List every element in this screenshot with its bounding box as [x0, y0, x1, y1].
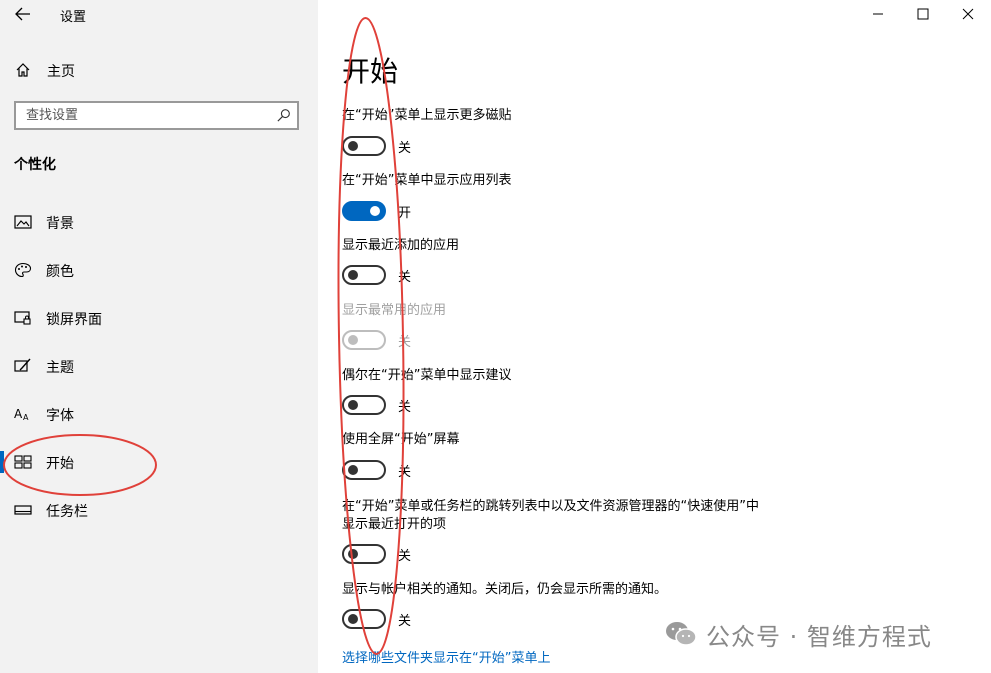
- toggle-switch[interactable]: [342, 201, 386, 221]
- svg-text:A: A: [14, 407, 23, 421]
- sidebar-item-taskbar[interactable]: 任务栏: [0, 493, 318, 527]
- toggle-switch[interactable]: [342, 395, 386, 415]
- setting-label: 在“开始”菜单上显示更多磁贴: [342, 108, 512, 123]
- sidebar-item-label: 任务栏: [46, 504, 88, 520]
- brush-icon: [14, 358, 31, 372]
- toggle-state: 关: [398, 400, 412, 415]
- palette-icon: [14, 262, 32, 278]
- sidebar-item-label: 主页: [47, 64, 75, 80]
- setting-label: 偶尔在“开始”菜单中显示建议: [342, 368, 512, 383]
- font-icon: A A: [14, 407, 29, 422]
- setting-label: 显示最近添加的应用: [342, 238, 460, 253]
- toggle-knob: [348, 141, 358, 151]
- sidebar-item-label: 锁屏界面: [46, 312, 102, 328]
- minimize-button[interactable]: [855, 0, 901, 28]
- sidebar-item-fonts[interactable]: A A 字体: [0, 397, 318, 431]
- wechat-icon: [666, 622, 697, 646]
- sidebar-item-start[interactable]: 开始: [0, 445, 318, 479]
- close-icon: [962, 8, 974, 20]
- toggle-knob: [348, 549, 358, 559]
- section-title: 个性化: [14, 157, 56, 173]
- toggle-switch: [342, 330, 386, 350]
- toggle-state: 开: [398, 206, 412, 221]
- setting-label-line2: 显示最近打开的项: [342, 517, 447, 532]
- titlebar-left: 设置: [0, 0, 318, 28]
- minimize-icon: [873, 13, 883, 15]
- svg-text:A: A: [23, 413, 29, 422]
- watermark-text: 公众号 · 智维方程式: [706, 622, 932, 651]
- search-icon[interactable]: [276, 108, 291, 123]
- sidebar-item-label: 主题: [46, 360, 74, 376]
- sidebar-item-background[interactable]: 背景: [0, 205, 318, 239]
- toggle-switch[interactable]: [342, 265, 386, 285]
- maximize-icon: [917, 8, 929, 20]
- setting-label: 显示与帐户相关的通知。关闭后，仍会显示所需的通知。: [342, 582, 668, 597]
- lockscreen-icon: [14, 311, 31, 325]
- sidebar-item-label: 开始: [46, 456, 74, 472]
- toggle-knob: [348, 465, 358, 475]
- back-arrow-icon: [15, 7, 30, 21]
- toggle-knob: [370, 206, 380, 216]
- app-title: 设置: [60, 10, 87, 25]
- watermark: 公众号 · 智维方程式: [664, 616, 964, 652]
- start-tiles-icon: [14, 455, 32, 469]
- toggle-knob: [348, 614, 358, 624]
- sidebar: 设置 主页 个性化 背景 颜色: [0, 0, 318, 673]
- toggle-knob: [348, 335, 358, 345]
- sidebar-item-label: 字体: [46, 408, 74, 424]
- setting-label: 使用全屏“开始”屏幕: [342, 432, 460, 447]
- setting-label: 显示最常用的应用: [342, 303, 447, 318]
- page-title: 开始: [342, 55, 399, 88]
- home-icon: [16, 63, 30, 77]
- toggle-state: 关: [398, 614, 412, 629]
- search-box[interactable]: [14, 101, 299, 130]
- close-button[interactable]: [945, 0, 991, 28]
- start-folders-link[interactable]: 选择哪些文件夹显示在“开始”菜单上: [342, 647, 550, 666]
- sidebar-item-label: 颜色: [46, 264, 74, 280]
- selection-indicator: [0, 451, 4, 473]
- setting-label-line1: 在“开始”菜单或任务栏的跳转列表中以及文件资源管理器的“快速使用”中: [342, 499, 759, 514]
- toggle-state: 关: [398, 549, 412, 564]
- toggle-knob: [348, 400, 358, 410]
- sidebar-item-label: 背景: [46, 216, 74, 232]
- sidebar-item-lockscreen[interactable]: 锁屏界面: [0, 301, 318, 335]
- search-input[interactable]: [16, 103, 276, 128]
- toggle-switch[interactable]: [342, 544, 386, 564]
- toggle-state: 关: [398, 335, 412, 350]
- taskbar-icon: [14, 505, 32, 515]
- toggle-knob: [348, 270, 358, 280]
- sidebar-item-themes[interactable]: 主题: [0, 349, 318, 383]
- toggle-state: 关: [398, 141, 412, 156]
- toggle-switch[interactable]: [342, 136, 386, 156]
- maximize-button[interactable]: [900, 0, 946, 28]
- toggle-switch[interactable]: [342, 609, 386, 629]
- setting-label: 在“开始”菜单中显示应用列表: [342, 173, 512, 188]
- picture-icon: [14, 215, 32, 229]
- sidebar-item-colors[interactable]: 颜色: [0, 253, 318, 287]
- sidebar-item-home[interactable]: 主页: [0, 56, 318, 84]
- back-button[interactable]: [12, 4, 34, 24]
- toggle-switch[interactable]: [342, 460, 386, 480]
- toggle-state: 关: [398, 465, 412, 480]
- toggle-state: 关: [398, 270, 412, 285]
